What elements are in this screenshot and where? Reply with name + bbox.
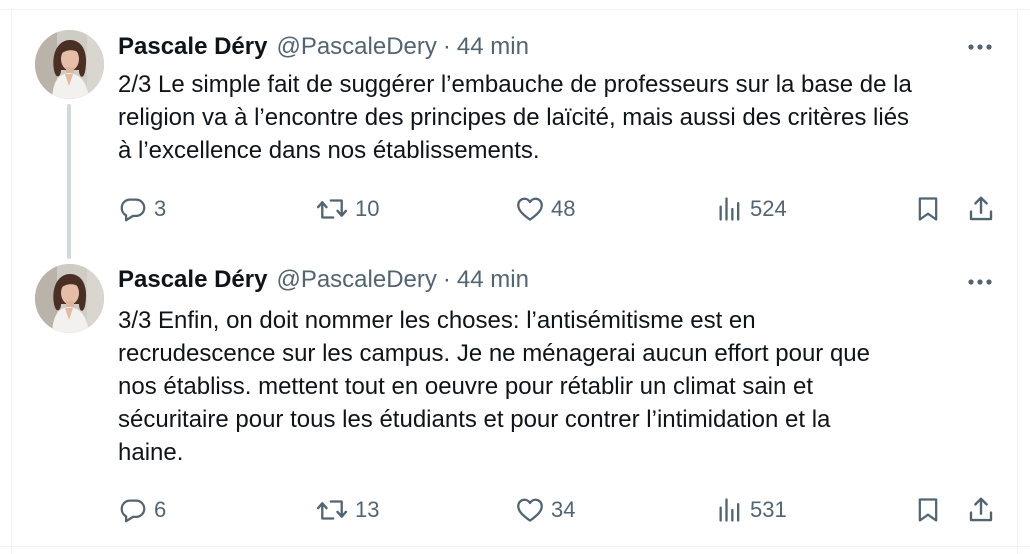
like-count: 34 bbox=[551, 497, 576, 522]
bookmark-icon bbox=[918, 498, 938, 522]
bottom-border bbox=[0, 546, 1030, 547]
share-button[interactable] bbox=[966, 492, 996, 528]
tweet-text: 3/3 Enfin, on doit nommer les choses: l’… bbox=[118, 304, 998, 469]
views-icon bbox=[719, 197, 740, 221]
views-button[interactable]: 531 bbox=[716, 492, 787, 528]
avatar[interactable] bbox=[35, 30, 104, 99]
tweet-header: Pascale Déry @PascaleDery · 44 min bbox=[118, 31, 529, 63]
retweet-count: 13 bbox=[355, 497, 380, 522]
avatar[interactable] bbox=[35, 264, 104, 333]
author-name[interactable]: Pascale Déry bbox=[118, 264, 267, 296]
share-icon bbox=[969, 196, 993, 221]
tweet[interactable]: Pascale Déry @PascaleDery · 44 min 3/3 E… bbox=[0, 252, 1030, 546]
more-icon bbox=[968, 279, 992, 285]
tweet-actions: 6 13 34 531 bbox=[0, 492, 1030, 528]
tweet-text-line: religion va à l’encontre des principes d… bbox=[118, 104, 910, 131]
views-icon bbox=[719, 498, 740, 522]
more-options-button[interactable] bbox=[966, 272, 994, 292]
tweet-text-line: nos établiss. mettent tout en oeuvre pou… bbox=[118, 373, 814, 400]
tweet-text: 2/3 Le simple fait de suggérer l’embauch… bbox=[118, 68, 998, 167]
avatar-image bbox=[35, 264, 104, 333]
author-handle[interactable]: @PascaleDery bbox=[276, 264, 436, 296]
heart-icon bbox=[517, 498, 543, 522]
reply-count: 6 bbox=[154, 497, 167, 522]
views-count: 524 bbox=[750, 196, 787, 221]
author-handle[interactable]: @PascaleDery bbox=[276, 31, 436, 63]
tweet-text-line: haine. bbox=[118, 439, 184, 466]
tweet-text-line: 3/3 Enfin, on doit nommer les choses: l’… bbox=[118, 307, 756, 334]
tweet-text-line: 2/3 Le simple fait de suggérer l’embauch… bbox=[118, 71, 912, 98]
reply-icon bbox=[120, 499, 146, 523]
more-options-button[interactable] bbox=[966, 37, 994, 57]
tweet-header: Pascale Déry @PascaleDery · 44 min bbox=[118, 264, 529, 296]
share-icon bbox=[969, 497, 993, 522]
heart-icon bbox=[517, 197, 543, 221]
views-button[interactable]: 524 bbox=[716, 191, 787, 227]
retweet-icon bbox=[316, 500, 348, 520]
bookmark-button[interactable] bbox=[914, 492, 942, 528]
retweet-count: 10 bbox=[355, 196, 380, 221]
tweet-text-line: sécuritaire pour tous les étudiants et p… bbox=[118, 406, 831, 433]
reply-count: 3 bbox=[154, 196, 167, 221]
views-count: 531 bbox=[750, 497, 787, 522]
reply-icon bbox=[120, 198, 146, 222]
retweet-icon bbox=[316, 199, 348, 219]
separator-dot: · bbox=[442, 33, 451, 60]
retweet-button[interactable]: 10 bbox=[315, 191, 379, 227]
reply-button[interactable]: 6 bbox=[118, 492, 166, 528]
like-button[interactable]: 34 bbox=[515, 492, 575, 528]
reply-button[interactable]: 3 bbox=[118, 191, 166, 227]
tweet-text-line: à l’excellence dans nos établissements. bbox=[118, 137, 540, 164]
tweet-actions: 3 10 48 524 bbox=[0, 191, 1030, 227]
tweet-text-line: recrudescence sur les campus. Je ne ména… bbox=[118, 340, 870, 367]
author-name[interactable]: Pascale Déry bbox=[118, 31, 267, 63]
bookmark-icon bbox=[918, 197, 938, 221]
tweet[interactable]: Pascale Déry @PascaleDery · 44 min 2/3 L… bbox=[0, 0, 1030, 259]
like-count: 48 bbox=[551, 196, 576, 221]
bookmark-button[interactable] bbox=[914, 191, 942, 227]
retweet-button[interactable]: 13 bbox=[315, 492, 379, 528]
timestamp[interactable]: 44 min bbox=[457, 31, 529, 63]
avatar-image bbox=[35, 30, 104, 99]
like-button[interactable]: 48 bbox=[515, 191, 575, 227]
separator-dot: · bbox=[442, 266, 451, 293]
timestamp[interactable]: 44 min bbox=[457, 264, 529, 296]
more-icon bbox=[968, 44, 992, 50]
share-button[interactable] bbox=[966, 191, 996, 227]
thread-line bbox=[67, 104, 71, 259]
